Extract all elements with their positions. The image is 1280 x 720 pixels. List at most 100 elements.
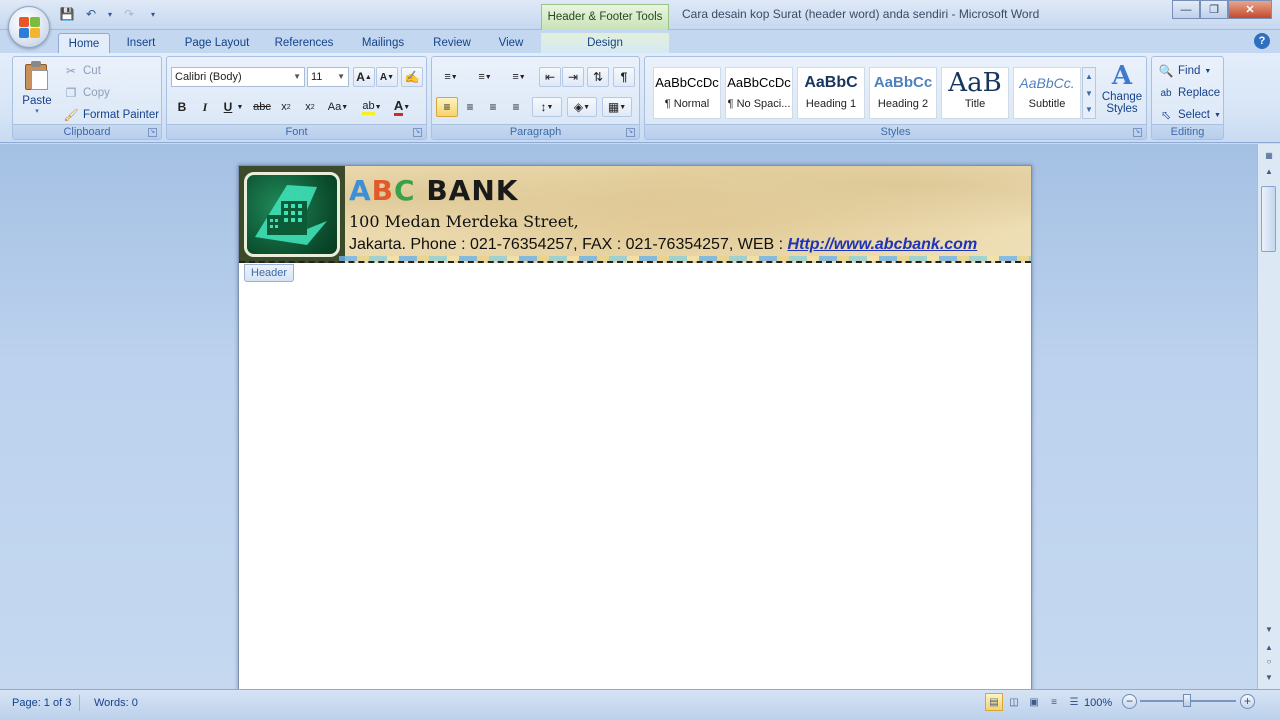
style-normal[interactable]: AaBbCcDc ¶ Normal [653, 67, 721, 119]
vertical-scrollbar[interactable]: ▦ ▲ ▼ ▲ ○ ▼ [1257, 144, 1280, 689]
align-center-icon[interactable]: ≡ [459, 97, 481, 117]
select-browse-object-icon[interactable]: ○ [1262, 656, 1276, 668]
tab-review[interactable]: Review [426, 33, 478, 54]
bold-icon[interactable]: B [171, 97, 193, 117]
page-count[interactable]: Page: 1 of 3 [12, 695, 81, 711]
save-icon[interactable]: 💾 [58, 6, 76, 22]
maximize-button[interactable]: ❐ [1200, 0, 1228, 19]
font-size-select[interactable]: 11 ▼ [307, 67, 349, 87]
change-case-icon[interactable]: Aa ▼ [324, 97, 352, 117]
font-size-value: 11 [311, 71, 323, 83]
clipboard-launcher-icon[interactable]: ↘ [148, 128, 157, 137]
replace-label: Replace [1178, 87, 1221, 99]
styles-gallery-scroll[interactable]: ▲ ▼ ▼ [1082, 67, 1096, 119]
tab-view[interactable]: View [490, 33, 532, 54]
scroll-up-icon[interactable]: ▲ [1262, 166, 1276, 178]
style-name: Title [964, 98, 986, 110]
align-left-icon[interactable]: ≡ [436, 97, 458, 117]
document-page[interactable]: ABC BANK 100 Medan Merdeka Street, Jakar… [238, 165, 1032, 689]
justify-icon[interactable]: ≡ [505, 97, 527, 117]
grow-font-icon[interactable]: A ▲ [353, 67, 375, 87]
ruler-toggle-icon[interactable]: ▦ [1262, 150, 1276, 162]
next-page-icon[interactable]: ▼ [1262, 672, 1276, 684]
zoom-level[interactable]: 100% [1084, 695, 1112, 711]
tab-insert[interactable]: Insert [118, 33, 164, 54]
full-screen-reading-icon[interactable]: ◫ [1005, 693, 1023, 711]
zoom-slider-thumb[interactable] [1183, 694, 1191, 707]
previous-page-icon[interactable]: ▲ [1262, 642, 1276, 654]
style-heading-2[interactable]: AaBbCc Heading 2 [869, 67, 937, 119]
editing-group-label: Editing [1152, 124, 1223, 139]
show-formatting-marks-icon[interactable]: ¶ [613, 67, 635, 87]
line-spacing-icon[interactable]: ↕ ▼ [532, 97, 562, 117]
more-icon[interactable]: ▼ [1083, 102, 1095, 118]
change-styles-button[interactable]: A Change Styles [1101, 61, 1143, 121]
tab-page-layout[interactable]: Page Layout [178, 33, 256, 54]
chevron-up-icon[interactable]: ▲ [1083, 68, 1095, 85]
office-button[interactable] [8, 6, 50, 48]
customize-qat-icon[interactable]: ▾ [144, 6, 162, 22]
scroll-down-icon[interactable]: ▼ [1262, 624, 1276, 636]
decrease-indent-icon[interactable]: ⇤ [539, 67, 561, 87]
clear-formatting-icon[interactable]: ✍ [401, 67, 423, 87]
draft-icon[interactable]: ☰ [1065, 693, 1083, 711]
undo-icon[interactable]: ↶ [82, 6, 100, 22]
web-layout-icon[interactable]: ▣ [1025, 693, 1043, 711]
select-button[interactable]: ⬁ Select ▼ [1158, 105, 1221, 125]
tab-references[interactable]: References [270, 33, 338, 54]
style-no-spacing[interactable]: AaBbCcDc ¶ No Spaci... [725, 67, 793, 119]
underline-dropdown-icon[interactable]: ▼ [235, 97, 245, 117]
style-title[interactable]: AaB Title [941, 67, 1009, 119]
office-logo-icon [19, 17, 41, 39]
outline-icon[interactable]: ≡ [1045, 693, 1063, 711]
replace-button[interactable]: ab Replace [1158, 83, 1220, 103]
title-bar: 💾 ↶ ▾ ↷ ▾ Header & Footer Tools Cara des… [0, 0, 1280, 30]
zoom-in-icon[interactable]: + [1240, 694, 1255, 709]
contact-text: Jakarta. Phone : 021-76354257, FAX : 021… [349, 236, 788, 253]
font-name-select[interactable]: Calibri (Body) ▼ [171, 67, 305, 87]
website-link[interactable]: Http://www.abcbank.com [788, 236, 978, 253]
copy-button[interactable]: ❐ Copy [63, 83, 110, 103]
zoom-out-icon[interactable]: − [1122, 694, 1137, 709]
print-layout-icon[interactable]: ▤ [985, 693, 1003, 711]
format-painter-button[interactable]: 🖌 Format Painter [63, 105, 159, 125]
paste-button[interactable]: Paste ▾ [19, 61, 55, 119]
shading-icon[interactable]: ◈ ▼ [567, 97, 597, 117]
building-logo-icon [244, 172, 340, 257]
highlight-icon[interactable]: ab ▼ [359, 97, 385, 117]
numbering-icon[interactable]: ≡ ▼ [470, 67, 500, 87]
cut-button[interactable]: ✂ Cut [63, 61, 101, 81]
multilevel-list-icon[interactable]: ≡ ▼ [504, 67, 534, 87]
redo-icon[interactable]: ↷ [120, 6, 138, 22]
superscript-icon[interactable]: x2 [299, 97, 321, 117]
subscript-icon[interactable]: x2 [275, 97, 297, 117]
increase-indent-icon[interactable]: ⇥ [562, 67, 584, 87]
borders-icon[interactable]: ▦ ▼ [602, 97, 632, 117]
minimize-button[interactable]: — [1172, 0, 1200, 19]
style-heading-1[interactable]: AaBbC Heading 1 [797, 67, 865, 119]
strikethrough-icon[interactable]: abc [251, 97, 273, 117]
sort-icon[interactable]: ⇅ [587, 67, 609, 87]
tab-design[interactable]: Design [541, 33, 669, 54]
shrink-font-icon[interactable]: A ▼ [376, 67, 398, 87]
align-right-icon[interactable]: ≡ [482, 97, 504, 117]
find-button[interactable]: 🔍 Find ▼ [1158, 61, 1212, 81]
font-color-icon[interactable]: A ▼ [389, 97, 415, 117]
font-launcher-icon[interactable]: ↘ [413, 128, 422, 137]
help-icon[interactable]: ? [1254, 33, 1270, 49]
paragraph-launcher-icon[interactable]: ↘ [626, 128, 635, 137]
scrollbar-thumb[interactable] [1261, 186, 1276, 252]
styles-launcher-icon[interactable]: ↘ [1133, 128, 1142, 137]
style-subtitle[interactable]: AaBbCc. Subtitle [1013, 67, 1081, 119]
tab-home[interactable]: Home [58, 33, 110, 54]
italic-icon[interactable]: I [194, 97, 216, 117]
cursor-icon: ⬁ [1160, 108, 1172, 122]
undo-dropdown-icon[interactable]: ▾ [106, 6, 114, 22]
close-button[interactable]: ✕ [1228, 0, 1272, 19]
paintbrush-icon: 🖌 [63, 108, 79, 122]
word-count[interactable]: Words: 0 [94, 695, 138, 711]
tab-mailings[interactable]: Mailings [353, 33, 413, 54]
letterhead-header[interactable]: ABC BANK 100 Medan Merdeka Street, Jakar… [239, 166, 1031, 263]
chevron-down-icon[interactable]: ▼ [1083, 85, 1095, 102]
bullets-icon[interactable]: ≡ ▼ [436, 67, 466, 87]
